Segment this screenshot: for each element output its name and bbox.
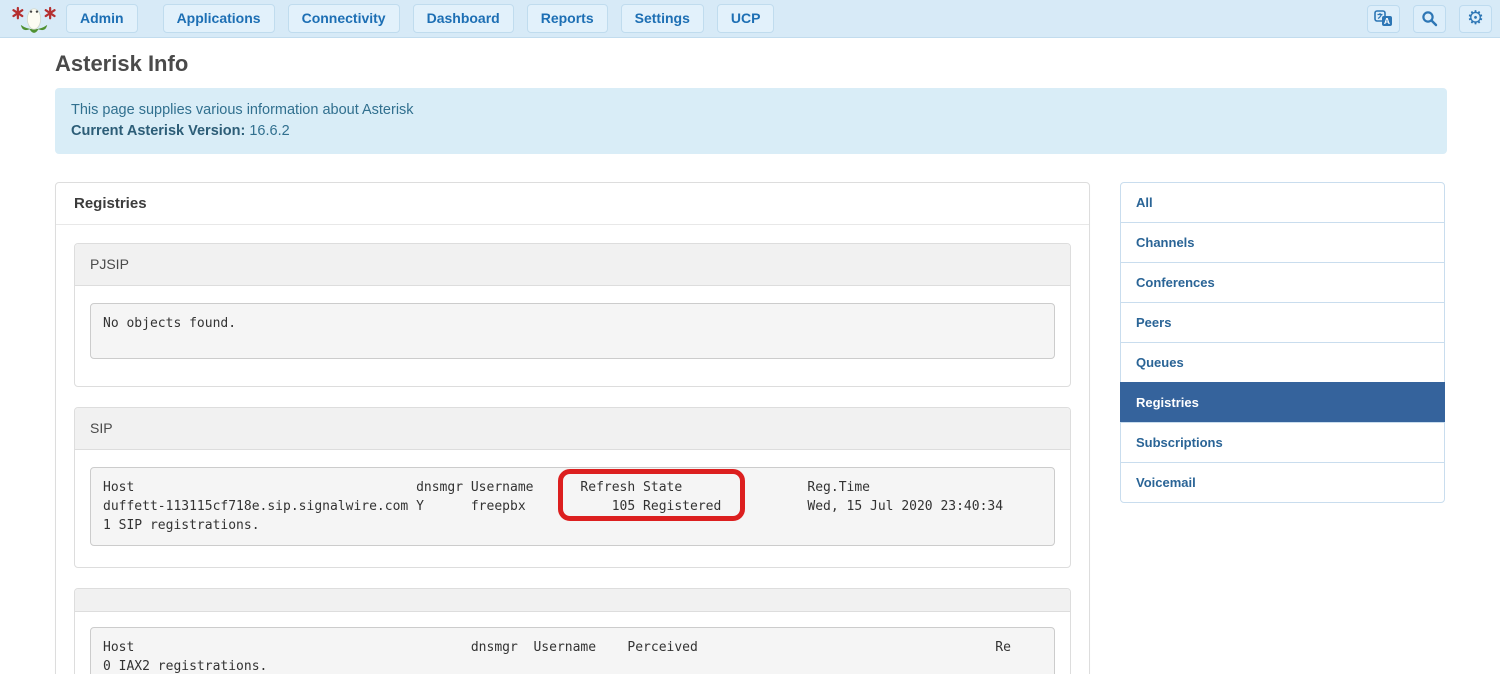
sip-section-header: SIP <box>75 408 1070 450</box>
tab-admin[interactable]: Admin <box>66 4 138 33</box>
registries-panel: Registries PJSIP No objects found. SIP H… <box>55 182 1090 674</box>
page-title: Asterisk Info <box>55 51 1447 77</box>
pjsip-section-header: PJSIP <box>75 244 1070 286</box>
language-button[interactable]: A <box>1367 5 1400 33</box>
sidebar-item-all[interactable]: All <box>1120 182 1445 223</box>
sidebar-item-conferences[interactable]: Conferences <box>1120 262 1445 303</box>
sidebar-item-subscriptions[interactable]: Subscriptions <box>1120 422 1445 463</box>
sidebar-item-peers[interactable]: Peers <box>1120 302 1445 343</box>
settings-button[interactable]: ⚙ <box>1459 5 1492 33</box>
info-box: This page supplies various information a… <box>55 88 1447 154</box>
sidebar-item-queues[interactable]: Queues <box>1120 342 1445 383</box>
page-content: Asterisk Info This page supplies various… <box>0 51 1500 674</box>
version-label: Current Asterisk Version: <box>71 123 245 139</box>
info-sidebar: All Channels Conferences Peers Queues Re… <box>1120 182 1445 503</box>
sidebar-item-registries[interactable]: Registries <box>1120 382 1445 423</box>
tab-applications[interactable]: Applications <box>163 4 275 33</box>
sidebar-item-voicemail[interactable]: Voicemail <box>1120 462 1445 503</box>
main-menu: Admin Applications Connectivity Dashboar… <box>66 4 774 33</box>
sip-console-output: Host dnsmgr Username Refresh State Reg.T… <box>90 467 1055 546</box>
registries-panel-title: Registries <box>56 183 1089 225</box>
sip-section: SIP Host dnsmgr Username Refresh State R… <box>74 407 1071 568</box>
registries-panel-body: PJSIP No objects found. SIP Host dnsmgr … <box>56 225 1089 674</box>
iax2-section-body: Host dnsmgr Username Perceived Re 0 IAX2… <box>75 612 1070 674</box>
tab-dashboard[interactable]: Dashboard <box>413 4 514 33</box>
tab-reports[interactable]: Reports <box>527 4 608 33</box>
pjsip-section: PJSIP No objects found. <box>74 243 1071 387</box>
gear-icon: ⚙ <box>1467 9 1484 28</box>
version-value: 16.6.2 <box>245 123 289 139</box>
top-navbar: Admin Applications Connectivity Dashboar… <box>0 0 1500 38</box>
iax2-console-output: Host dnsmgr Username Perceived Re 0 IAX2… <box>90 627 1055 674</box>
info-box-line1: This page supplies various information a… <box>71 100 1431 121</box>
pjsip-section-body: No objects found. <box>75 286 1070 386</box>
search-button[interactable] <box>1413 5 1446 33</box>
language-icon: A <box>1374 10 1393 27</box>
sidebar-item-channels[interactable]: Channels <box>1120 222 1445 263</box>
search-icon <box>1421 10 1438 27</box>
tab-connectivity[interactable]: Connectivity <box>288 4 400 33</box>
svg-text:A: A <box>1384 16 1390 26</box>
tab-ucp[interactable]: UCP <box>717 4 775 33</box>
iax2-section-header <box>75 589 1070 612</box>
pjsip-console-output: No objects found. <box>90 303 1055 359</box>
freepbx-logo <box>12 4 56 34</box>
info-box-version-line: Current Asterisk Version: 16.6.2 <box>71 121 1431 142</box>
sip-section-body: Host dnsmgr Username Refresh State Reg.T… <box>75 450 1070 567</box>
iax2-section: Host dnsmgr Username Perceived Re 0 IAX2… <box>74 588 1071 674</box>
tab-settings[interactable]: Settings <box>621 4 704 33</box>
